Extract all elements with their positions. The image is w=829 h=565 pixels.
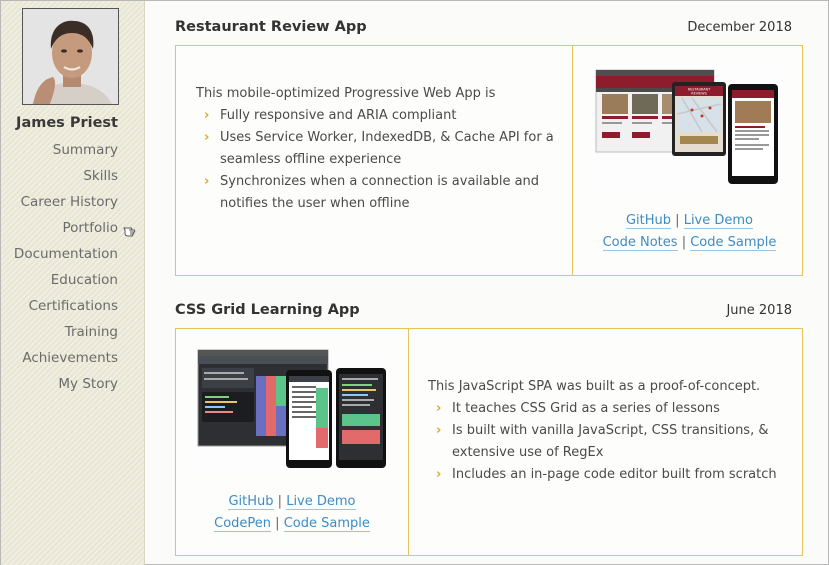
feature-bullet: › Fully responsive and ARIA compliant	[196, 105, 556, 127]
nav-item-label: Training	[64, 324, 118, 340]
chevron-right-icon: ›	[204, 108, 210, 123]
live-demo-link[interactable]: Live Demo	[683, 213, 754, 229]
nav-item-summary[interactable]: Summary	[14, 140, 118, 166]
live-demo-link[interactable]: Live Demo	[286, 494, 356, 510]
nav-item-label: Education	[50, 272, 118, 288]
nav-item-label: Summary	[52, 142, 118, 158]
profile-name: James Priest	[16, 115, 118, 131]
nav-item-achievements[interactable]: Achievements	[14, 348, 118, 374]
main-content: Restaurant Review App December 2018 This…	[145, 1, 828, 564]
feature-bullet: › Includes an in-page code editor built f…	[428, 464, 778, 486]
project-screenshot	[196, 348, 390, 472]
avatar	[22, 8, 119, 105]
project-title: CSS Grid Learning App	[175, 302, 360, 318]
screenshot-brand-text: REVIEWS	[691, 92, 706, 96]
nav-item-skills[interactable]: Skills	[14, 166, 118, 192]
project-title: Restaurant Review App	[175, 19, 367, 35]
link-separator: |	[681, 235, 687, 250]
link-separator: |	[275, 516, 280, 531]
project-links: GitHub | Live Demo Code Notes | Code Sam…	[573, 210, 806, 254]
code-notes-link[interactable]: Code Notes	[602, 235, 678, 251]
nav-item-education[interactable]: Education	[14, 270, 118, 296]
nav-item-training[interactable]: Training	[14, 322, 118, 348]
project-intro: This JavaScript SPA was built as a proof…	[428, 379, 761, 394]
nav-item-label: Achievements	[22, 350, 118, 366]
codepen-link[interactable]: CodePen	[214, 516, 272, 532]
card-divider	[408, 329, 409, 555]
project-date: December 2018	[687, 20, 792, 35]
project-screenshot: RESTAURANT REVIEWS	[592, 64, 782, 190]
project-card: This mobile-optimized Progressive Web Ap…	[175, 45, 803, 276]
project-description: This JavaScript SPA was built as a proof…	[428, 376, 778, 486]
hand-pointer-icon	[123, 227, 136, 237]
nav-item-label: Career History	[20, 194, 118, 210]
nav-item-portfolio[interactable]: Portfolio	[14, 218, 118, 244]
github-link[interactable]: GitHub	[228, 494, 274, 510]
project-description: This mobile-optimized Progressive Web Ap…	[196, 83, 556, 215]
nav-item-label: Skills	[83, 168, 118, 184]
chevron-right-icon: ›	[436, 467, 442, 482]
sidebar: James Priest Summary Skills Career Histo…	[1, 1, 145, 565]
chevron-right-icon: ›	[436, 401, 442, 416]
feature-bullet: › It teaches CSS Grid as a series of less…	[428, 398, 778, 420]
nav-item-label: My Story	[58, 376, 118, 392]
chevron-right-icon: ›	[204, 130, 210, 145]
nav-item-label: Certifications	[28, 298, 118, 314]
nav-item-certifications[interactable]: Certifications	[14, 296, 118, 322]
chevron-right-icon: ›	[204, 174, 210, 189]
link-separator: |	[277, 494, 283, 509]
feature-bullet: › Synchronizes when a connection is avail…	[196, 171, 556, 215]
project-date: June 2018	[726, 303, 792, 318]
sidebar-nav: Summary Skills Career History Portfolio …	[14, 140, 118, 400]
feature-bullet: › Uses Service Worker, IndexedDB, & Cache…	[196, 127, 556, 171]
github-link[interactable]: GitHub	[625, 213, 672, 229]
code-sample-link[interactable]: Code Sample	[690, 235, 777, 251]
nav-item-my-story[interactable]: My Story	[14, 374, 118, 400]
feature-bullet: › Is built with vanilla JavaScript, CSS t…	[428, 420, 778, 464]
chevron-right-icon: ›	[436, 423, 442, 438]
project-card: GitHub | Live Demo CodePen | Code Sample…	[175, 328, 803, 556]
nav-item-career-history[interactable]: Career History	[14, 192, 118, 218]
project-links: GitHub | Live Demo CodePen | Code Sample	[176, 491, 408, 535]
link-separator: |	[675, 213, 680, 228]
nav-item-label: Portfolio	[62, 220, 118, 236]
project-intro: This mobile-optimized Progressive Web Ap…	[196, 86, 496, 101]
nav-item-documentation[interactable]: Documentation	[14, 244, 118, 270]
nav-item-label: Documentation	[13, 246, 118, 262]
code-sample-link[interactable]: Code Sample	[283, 516, 370, 532]
